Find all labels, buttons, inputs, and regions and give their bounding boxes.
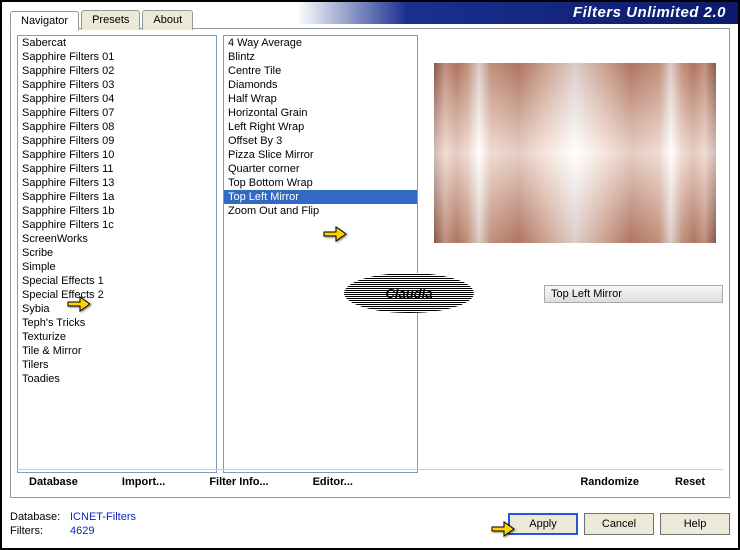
category-list[interactable]: SabercatSapphire Filters 01Sapphire Filt…	[17, 35, 217, 473]
list-item[interactable]: Top Bottom Wrap	[224, 176, 417, 190]
list-item[interactable]: Teph's Tricks	[18, 316, 216, 330]
list-item[interactable]: Sybia	[18, 302, 216, 316]
randomize-button[interactable]: Randomize	[572, 474, 647, 490]
list-item[interactable]: Left Right Wrap	[224, 120, 417, 134]
toolbar: Database Import... Filter Info... Editor…	[17, 469, 723, 491]
list-item[interactable]: Sapphire Filters 08	[18, 120, 216, 134]
preview-image	[434, 63, 716, 243]
list-item[interactable]: Offset By 3	[224, 134, 417, 148]
list-item[interactable]: Sapphire Filters 10	[18, 148, 216, 162]
navigator-panel: SabercatSapphire Filters 01Sapphire Filt…	[10, 28, 730, 498]
list-item[interactable]: Sapphire Filters 03	[18, 78, 216, 92]
app-title: Filters Unlimited 2.0	[573, 4, 726, 21]
cancel-button[interactable]: Cancel	[584, 513, 654, 535]
list-item[interactable]: Zoom Out and Flip	[224, 204, 417, 218]
editor-button[interactable]: Editor...	[305, 474, 361, 490]
preview-area: Claudia Top Left Mirror	[424, 35, 723, 473]
list-item[interactable]: Simple	[18, 260, 216, 274]
list-item[interactable]: Scribe	[18, 246, 216, 260]
filters-count-label: Filters:	[10, 524, 70, 538]
list-item[interactable]: Half Wrap	[224, 92, 417, 106]
list-item[interactable]: Toadies	[18, 372, 216, 386]
import-button[interactable]: Import...	[114, 474, 173, 490]
db-value: ICNET-Filters	[70, 510, 136, 524]
logo-stamp: Claudia	[344, 273, 474, 313]
list-item[interactable]: Sapphire Filters 09	[18, 134, 216, 148]
list-item[interactable]: Sapphire Filters 02	[18, 64, 216, 78]
list-item[interactable]: 4 Way Average	[224, 36, 417, 50]
list-item[interactable]: Blintz	[224, 50, 417, 64]
list-item[interactable]: Diamonds	[224, 78, 417, 92]
list-item[interactable]: Sapphire Filters 1c	[18, 218, 216, 232]
database-button[interactable]: Database	[21, 474, 86, 490]
list-item[interactable]: Centre Tile	[224, 64, 417, 78]
reset-button[interactable]: Reset	[667, 474, 713, 490]
list-item[interactable]: Texturize	[18, 330, 216, 344]
list-item[interactable]: Special Effects 1	[18, 274, 216, 288]
list-item[interactable]: Sapphire Filters 01	[18, 50, 216, 64]
tab-navigator[interactable]: Navigator	[10, 11, 79, 31]
list-item[interactable]: Horizontal Grain	[224, 106, 417, 120]
list-item[interactable]: ScreenWorks	[18, 232, 216, 246]
tab-presets[interactable]: Presets	[81, 10, 140, 30]
list-item[interactable]: Top Left Mirror	[224, 190, 417, 204]
tab-strip: Navigator Presets About	[10, 10, 195, 30]
list-item[interactable]: Sapphire Filters 04	[18, 92, 216, 106]
list-item[interactable]: Sapphire Filters 13	[18, 176, 216, 190]
list-item[interactable]: Tilers	[18, 358, 216, 372]
list-item[interactable]: Sabercat	[18, 36, 216, 50]
filters-count-value: 4629	[70, 524, 94, 538]
apply-button[interactable]: Apply	[508, 513, 578, 535]
list-item[interactable]: Pizza Slice Mirror	[224, 148, 417, 162]
list-item[interactable]: Sapphire Filters 1a	[18, 190, 216, 204]
help-button[interactable]: Help	[660, 513, 730, 535]
filter-name-display: Top Left Mirror	[544, 285, 723, 303]
list-item[interactable]: Special Effects 2	[18, 288, 216, 302]
filter-list[interactable]: 4 Way AverageBlintzCentre TileDiamondsHa…	[223, 35, 418, 473]
filter-info-button[interactable]: Filter Info...	[201, 474, 276, 490]
list-item[interactable]: Sapphire Filters 07	[18, 106, 216, 120]
status-info: Database: ICNET-Filters Filters: 4629	[10, 510, 136, 538]
db-label: Database:	[10, 510, 70, 524]
tab-about[interactable]: About	[142, 10, 193, 30]
list-item[interactable]: Sapphire Filters 1b	[18, 204, 216, 218]
list-item[interactable]: Quarter corner	[224, 162, 417, 176]
list-item[interactable]: Sapphire Filters 11	[18, 162, 216, 176]
list-item[interactable]: Tile & Mirror	[18, 344, 216, 358]
status-bar: Database: ICNET-Filters Filters: 4629 Ap…	[10, 504, 730, 544]
